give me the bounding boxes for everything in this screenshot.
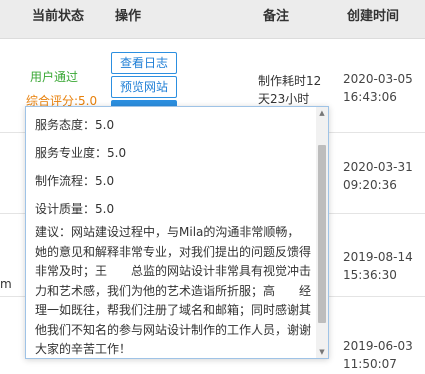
design-quality-score: 设计质量：5.0 xyxy=(35,202,115,216)
header-actions: 操作 xyxy=(115,9,142,24)
popup-scrollbar[interactable]: ▲ ▼ xyxy=(316,107,328,358)
header-status: 当前状态 xyxy=(32,9,85,24)
service-attitude-score: 服务态度：5.0 xyxy=(35,118,115,132)
clipped-text: m xyxy=(0,277,12,291)
process-score: 制作流程：5.0 xyxy=(35,174,115,188)
created-date: 2020-03-31 xyxy=(343,160,413,174)
created-date: 2020-03-05 xyxy=(343,72,413,86)
view-log-button[interactable]: 查看日志 xyxy=(111,52,177,74)
status-text: 用户通过 xyxy=(30,70,79,84)
remark-cell: 制作耗时12 天23小时 xyxy=(258,72,321,108)
created-datetime: 2019-06-03 11:50:07 xyxy=(343,337,413,373)
rating-popup: 服务态度：5.0 服务专业度：5.0 制作流程：5.0 设计质量：5.0 建议：… xyxy=(25,106,329,359)
header-remark: 备注 xyxy=(263,9,290,24)
header-created: 创建时间 xyxy=(347,9,400,24)
preview-site-button[interactable]: 预览网站 xyxy=(111,76,177,98)
review-comment: 建议：网站建设过程中，与Mila的沟通非常顺畅，她的意见和解释非常专业，对我们提… xyxy=(35,225,312,356)
created-datetime: 2020-03-05 16:43:06 xyxy=(343,70,413,106)
created-date: 2019-06-03 xyxy=(343,339,413,353)
table-header: 当前状态 操作 备注 创建时间 xyxy=(0,0,425,39)
created-time: 16:43:06 xyxy=(343,90,397,104)
service-professional-score: 服务专业度：5.0 xyxy=(35,146,127,160)
created-time: 11:50:07 xyxy=(343,357,397,371)
scrollbar-thumb[interactable] xyxy=(318,145,326,323)
scroll-up-icon[interactable]: ▲ xyxy=(316,107,328,119)
scroll-down-icon[interactable]: ▼ xyxy=(316,346,328,358)
remark-line: 制作耗时12 xyxy=(258,74,322,88)
